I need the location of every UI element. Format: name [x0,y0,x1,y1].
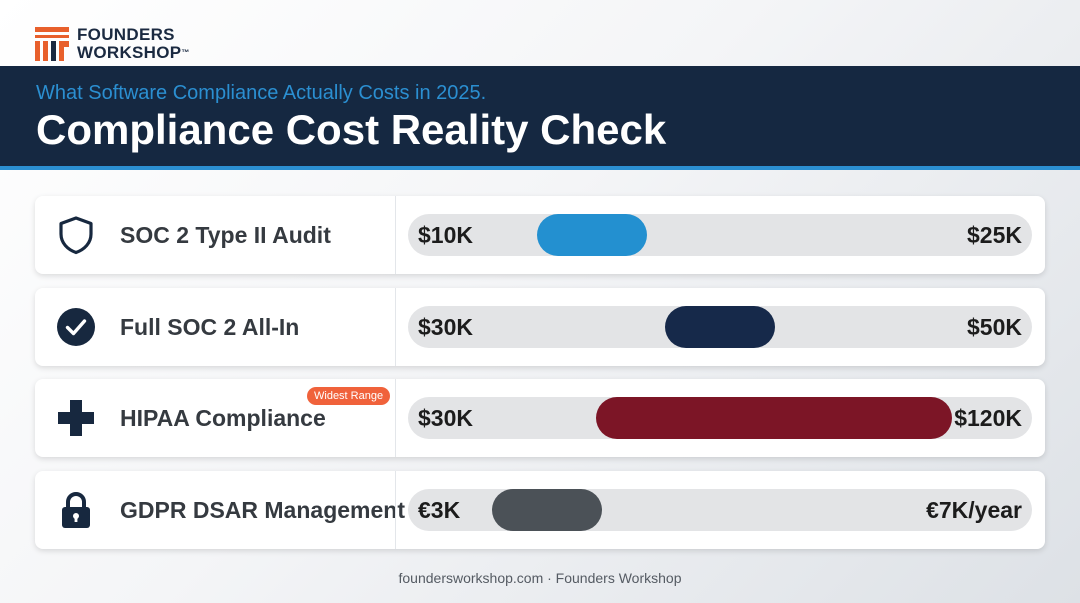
page-subtitle: What Software Compliance Actually Costs … [36,82,487,104]
row-label: Full SOC 2 All-In [120,314,300,340]
range-min-label: $30K [418,405,473,431]
range-bar [596,397,952,439]
range-max-label: $50K [967,314,1022,340]
cost-row-gdpr: GDPR DSAR Management €3K €7K/year [35,471,1045,549]
row-label: GDPR DSAR Management [120,497,405,523]
widest-range-badge: Widest Range [307,387,391,405]
trademark: ™ [181,48,190,57]
brand-name: FOUNDERS WORKSHOP™ [77,26,190,62]
range-track: $30K $50K [408,306,1032,348]
row-divider [395,471,396,549]
range-min-label: $30K [418,314,473,340]
founders-workshop-logo-icon [35,27,69,61]
row-divider [395,196,396,274]
row-label: SOC 2 Type II Audit [120,222,331,248]
range-max-label: €7K/year [926,497,1022,523]
range-bar [492,489,603,531]
header-accent-line [0,166,1080,170]
brand-line1: FOUNDERS [77,25,175,44]
row-label: HIPAA Compliance [120,405,326,431]
brand-logo: FOUNDERS WORKSHOP™ [35,24,190,64]
range-min-label: $10K [418,222,473,248]
footer-credit: foundersworkshop.com · Founders Workshop [398,570,682,586]
medical-cross-icon [58,400,94,436]
cost-row-soc2-all-in: Full SOC 2 All-In $30K $50K [35,288,1045,366]
cost-row-hipaa: HIPAA Compliance Widest Range $30K $120K [35,379,1045,457]
range-min-label: €3K [418,497,461,523]
brand-line2: WORKSHOP [77,43,182,62]
lock-icon [62,492,90,528]
row-divider [395,288,396,366]
row-divider [395,379,396,457]
range-max-label: $120K [954,405,1022,431]
range-track: $10K $25K [408,214,1032,256]
page-title: Compliance Cost Reality Check [36,106,667,153]
range-bar [664,306,775,348]
cost-row-soc2-audit: SOC 2 Type II Audit $10K $25K [35,196,1045,274]
shield-icon [59,216,93,255]
range-track: €3K €7K/year [408,489,1032,531]
check-circle-icon [57,308,95,346]
range-track: $30K $120K [408,397,1032,439]
range-max-label: $25K [967,222,1022,248]
range-bar [536,214,647,256]
